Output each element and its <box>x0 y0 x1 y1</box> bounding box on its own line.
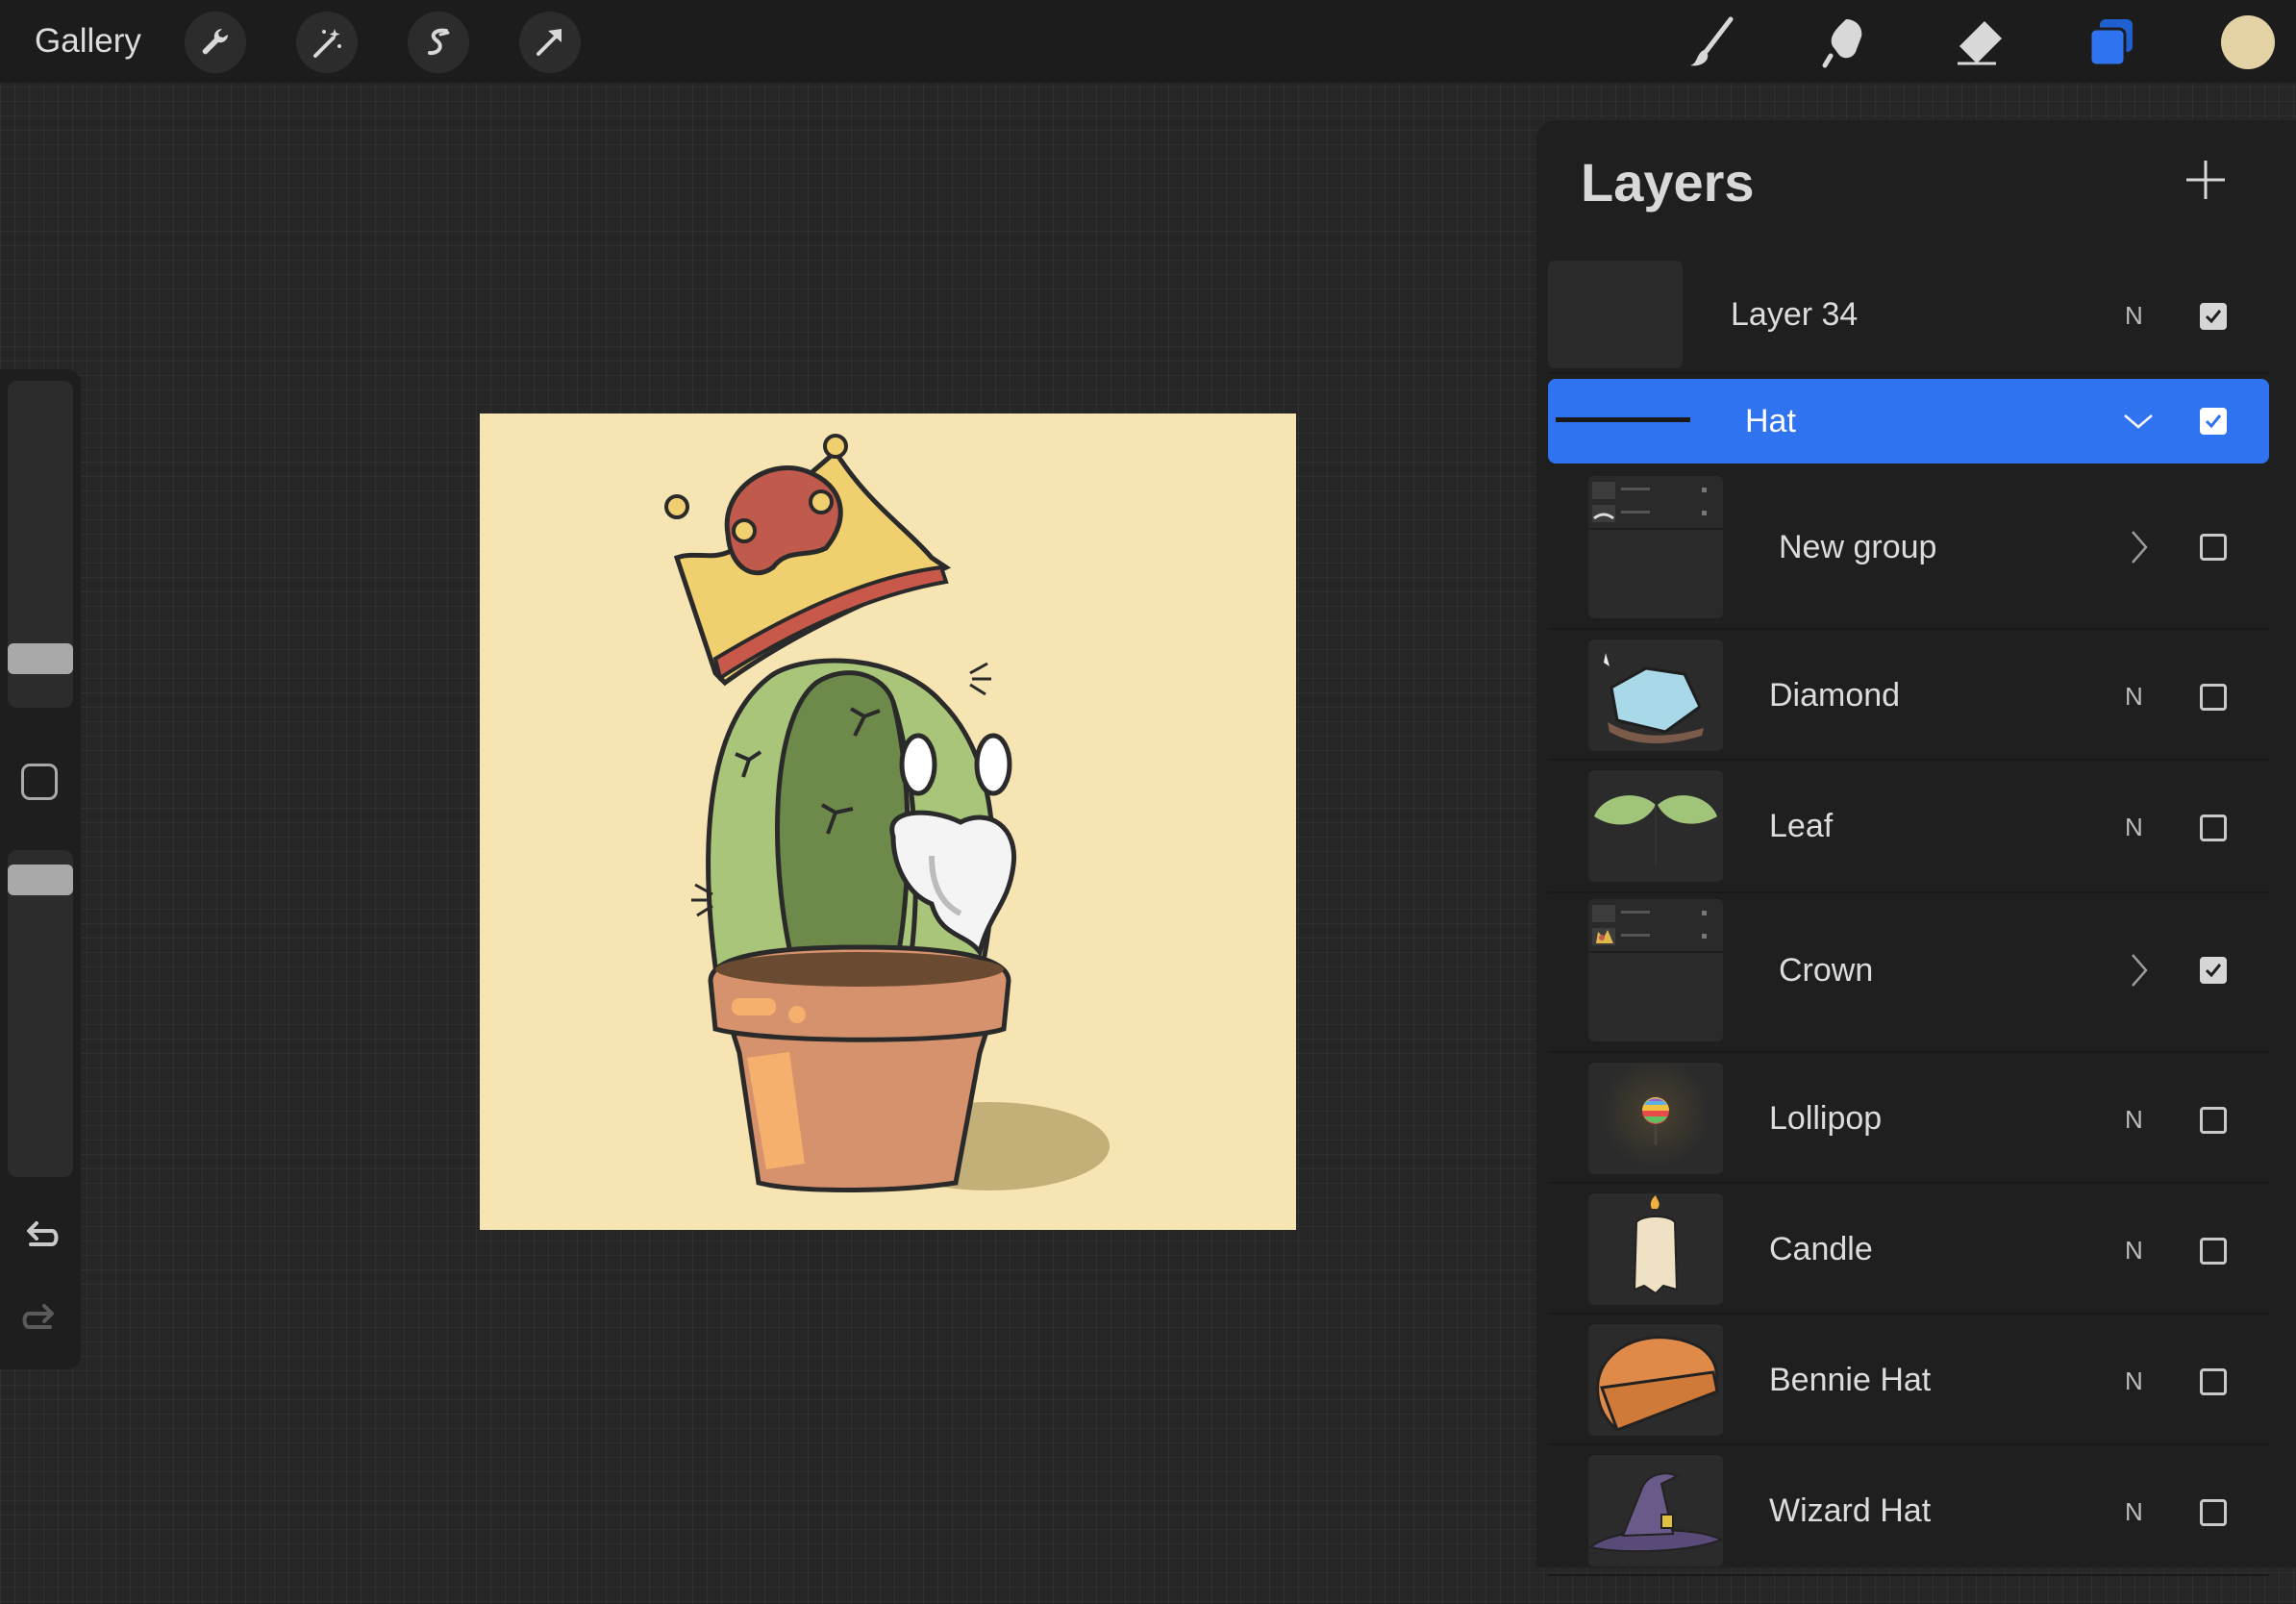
layers-icon[interactable] <box>2083 13 2140 71</box>
blend-mode-label[interactable]: N <box>2125 1236 2143 1265</box>
blend-mode-label[interactable]: N <box>2125 1105 2143 1134</box>
visibility-checkbox[interactable] <box>2200 1238 2227 1265</box>
layer-thumbnail <box>1548 261 1683 368</box>
layer-row-lollipop[interactable]: Lollipop N <box>1548 1053 2269 1184</box>
opacity-thumb[interactable] <box>8 865 73 895</box>
layer-row-wizard-hat[interactable]: Wizard Hat N <box>1548 1445 2269 1576</box>
eraser-icon[interactable] <box>1950 13 2008 71</box>
visibility-checkbox[interactable] <box>2200 408 2227 435</box>
layers-panel: Layers Layer 34 N Hat New group Diamond … <box>1536 120 2296 1576</box>
blend-mode-label[interactable]: N <box>2125 682 2143 711</box>
visibility-checkbox[interactable] <box>2200 303 2227 330</box>
layer-name: Crown <box>1779 952 1874 989</box>
layer-row-candle[interactable]: Candle N <box>1548 1184 2269 1315</box>
visibility-checkbox[interactable] <box>2200 957 2227 984</box>
top-toolbar: Gallery <box>0 0 2296 83</box>
gallery-button[interactable]: Gallery <box>35 19 141 63</box>
visibility-checkbox[interactable] <box>2200 1368 2227 1395</box>
group-thumbnail-line <box>1556 417 1690 422</box>
layer-row-crown[interactable]: Crown <box>1548 893 2269 1053</box>
visibility-checkbox[interactable] <box>2200 815 2227 841</box>
blend-mode-label[interactable]: N <box>2125 301 2143 330</box>
layer-name: Candle <box>1769 1231 1873 1267</box>
color-picker-swatch[interactable] <box>2221 15 2275 69</box>
layer-row-diamond[interactable]: Diamond N <box>1548 630 2269 761</box>
chevron-right-icon[interactable] <box>2123 951 2154 990</box>
left-sidebar <box>0 369 81 1369</box>
transform-arrow-icon[interactable] <box>519 12 581 73</box>
chevron-down-icon[interactable] <box>2123 402 2154 440</box>
group-thumbnail <box>1588 476 1723 618</box>
layer-thumbnail <box>1588 1063 1723 1174</box>
layer-row-bennie-hat[interactable]: Bennie Hat N <box>1548 1315 2269 1445</box>
layer-name: Wizard Hat <box>1769 1492 1932 1529</box>
modify-button[interactable] <box>21 764 58 800</box>
visibility-checkbox[interactable] <box>2200 684 2227 711</box>
cactus-illustration <box>664 434 1110 1192</box>
smudge-icon[interactable] <box>1817 13 1875 71</box>
selection-s-icon[interactable] <box>408 12 469 73</box>
layer-name: Leaf <box>1769 808 1834 844</box>
magic-wand-icon[interactable] <box>296 12 358 73</box>
visibility-checkbox[interactable] <box>2200 1499 2227 1526</box>
drawing-canvas[interactable] <box>480 414 1296 1230</box>
undo-icon[interactable] <box>17 1216 63 1262</box>
layer-row-leaf[interactable]: Leaf N <box>1548 761 2269 893</box>
plus-icon[interactable] <box>2179 153 2233 207</box>
layer-row-hat[interactable]: Hat <box>1548 379 2269 464</box>
layer-thumbnail <box>1588 1455 1723 1566</box>
opacity-slider[interactable] <box>8 850 73 1177</box>
blend-mode-label[interactable]: N <box>2125 1366 2143 1395</box>
visibility-checkbox[interactable] <box>2200 534 2227 561</box>
layer-row-new-group[interactable]: New group <box>1548 470 2269 630</box>
blend-mode-label[interactable]: N <box>2125 1497 2143 1526</box>
group-thumbnail <box>1588 899 1723 1041</box>
layers-panel-title: Layers <box>1581 152 1755 213</box>
layer-row-layer-34[interactable]: Layer 34 N <box>1548 253 2269 374</box>
layer-name: Layer 34 <box>1731 296 1859 333</box>
layer-name: Lollipop <box>1769 1100 1883 1137</box>
chevron-right-icon[interactable] <box>2123 528 2154 566</box>
brush-size-thumb[interactable] <box>8 643 73 674</box>
wrench-icon[interactable] <box>185 12 246 73</box>
layer-name: Bennie Hat <box>1769 1362 1932 1398</box>
layer-name: New group <box>1779 529 1937 565</box>
layer-thumbnail <box>1588 1193 1723 1305</box>
layer-name: Hat <box>1745 403 1796 439</box>
visibility-checkbox[interactable] <box>2200 1107 2227 1134</box>
layer-thumbnail <box>1588 639 1723 751</box>
blend-mode-label[interactable]: N <box>2125 813 2143 841</box>
brush-icon[interactable] <box>1685 13 1742 71</box>
layer-thumbnail <box>1588 770 1723 882</box>
layer-name: Diamond <box>1769 677 1901 714</box>
layer-thumbnail <box>1588 1324 1723 1436</box>
redo-icon[interactable] <box>17 1298 63 1344</box>
